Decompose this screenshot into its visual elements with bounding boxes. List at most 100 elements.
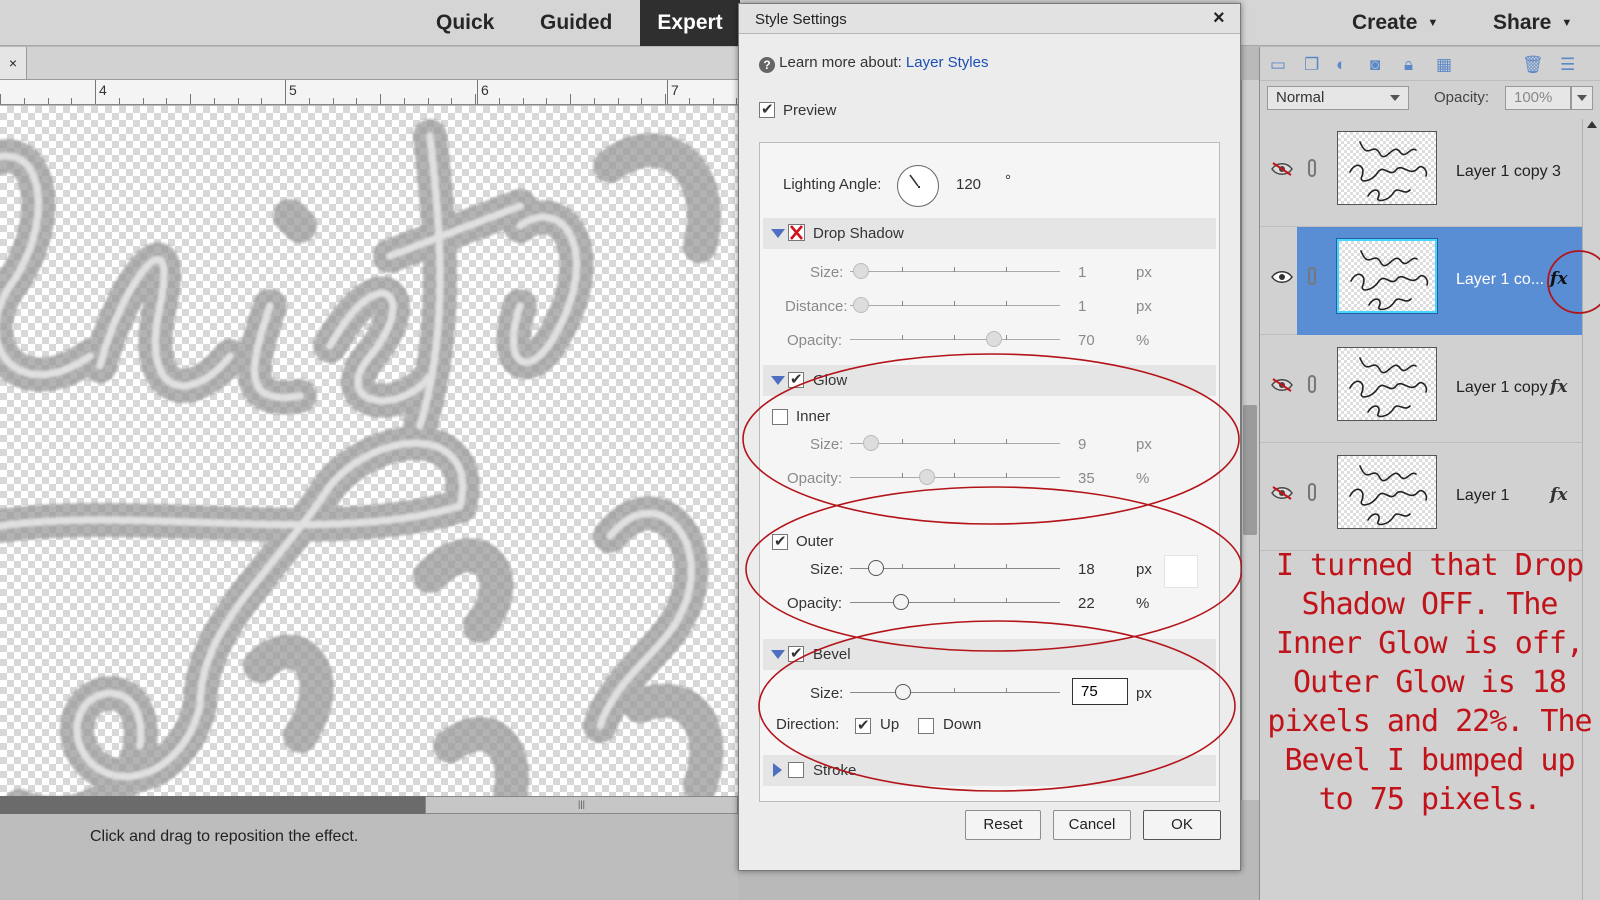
stroke-header[interactable]: Stroke <box>763 755 1216 786</box>
drop-shadow-opacity-slider[interactable] <box>850 331 1060 347</box>
ruler-minor-tick <box>214 98 215 104</box>
slider-thumb[interactable] <box>895 684 911 700</box>
bevel-down-radio[interactable] <box>918 718 934 734</box>
new-layer-icon[interactable]: ▭ <box>1270 55 1286 75</box>
layer-row[interactable]: Layer 1 copy 3 <box>1260 119 1582 227</box>
expand-triangle-icon[interactable] <box>771 376 785 385</box>
scroll-up-icon[interactable] <box>1587 121 1597 128</box>
ruler-minor-tick <box>119 98 120 104</box>
scrollbar-thumb[interactable] <box>1243 405 1257 535</box>
layer-name[interactable]: Layer 1 <box>1456 487 1509 505</box>
trash-icon[interactable]: 🗑︎ <box>1522 55 1544 75</box>
image-canvas[interactable] <box>0 106 738 796</box>
mode-guided[interactable]: Guided <box>540 0 612 46</box>
styles-panel: Lighting Angle: 120 ° Drop Shadow Size: … <box>759 142 1220 802</box>
create-menu[interactable]: Create ▼ <box>1352 0 1438 46</box>
lock-icon[interactable]: 🔒︎ <box>1404 55 1413 75</box>
cancel-button[interactable]: Cancel <box>1053 810 1131 840</box>
link-icon[interactable] <box>1308 159 1316 177</box>
expand-triangle-icon[interactable] <box>771 650 785 659</box>
reset-button[interactable]: Reset <box>965 810 1041 840</box>
bevel-size-label: Size: <box>810 685 844 702</box>
opacity-input[interactable]: 100% <box>1505 86 1571 110</box>
bevel-checkbox[interactable] <box>788 644 804 662</box>
slider-thumb[interactable] <box>853 297 869 313</box>
mode-quick[interactable]: Quick <box>436 0 494 46</box>
layer-name[interactable]: Layer 1 co... <box>1456 271 1544 289</box>
slider-thumb[interactable] <box>863 435 879 451</box>
layer-name[interactable]: Layer 1 copy 3 <box>1456 163 1561 181</box>
outer-glow-opacity-value[interactable]: 22 <box>1078 595 1095 612</box>
slider-thumb[interactable] <box>986 331 1002 347</box>
dialog-title: Style Settings <box>755 11 847 28</box>
close-icon[interactable]: × <box>1213 7 1225 29</box>
drop-shadow-checkbox[interactable] <box>788 224 805 241</box>
canvas-vertical-scrollbar[interactable] <box>1241 80 1259 800</box>
bevel-up-radio[interactable] <box>855 716 871 734</box>
slider-thumb[interactable] <box>853 263 869 279</box>
blend-mode-select[interactable]: Normal <box>1267 86 1409 110</box>
outer-glow-opacity-slider[interactable] <box>850 594 1060 610</box>
lighting-angle-value[interactable]: 120 <box>956 176 981 193</box>
layer-name[interactable]: Layer 1 copy <box>1456 379 1548 397</box>
link-icon[interactable] <box>1308 483 1316 501</box>
drop-shadow-header[interactable]: Drop Shadow <box>763 218 1216 249</box>
bevel-down-label: Down <box>943 716 982 733</box>
fx-icon[interactable]: fx <box>1550 485 1567 505</box>
glow-header[interactable]: Glow <box>763 365 1216 396</box>
layer-row[interactable]: Layer 1 copy fx <box>1260 335 1582 443</box>
layer-mask-icon[interactable]: ◙ <box>1370 55 1380 75</box>
fx-icon[interactable]: fx <box>1550 377 1567 397</box>
eye-icon[interactable] <box>1271 270 1293 284</box>
adjustment-layer-icon[interactable]: ◐ <box>1336 55 1346 75</box>
layer-row[interactable]: Layer 1 fx <box>1260 443 1582 551</box>
slider-thumb[interactable] <box>919 469 935 485</box>
expand-triangle-icon[interactable] <box>771 229 785 238</box>
layer-thumbnail[interactable] <box>1337 455 1437 529</box>
eye-hidden-icon[interactable] <box>1271 378 1293 392</box>
new-group-icon[interactable]: ❐ <box>1304 55 1319 75</box>
bevel-size-input[interactable] <box>1072 678 1128 705</box>
ok-button[interactable]: OK <box>1143 810 1221 840</box>
panel-menu-icon[interactable]: ☰ <box>1560 55 1575 75</box>
stroke-checkbox[interactable] <box>788 762 804 778</box>
unit-label: px <box>1136 561 1152 578</box>
inner-glow-opacity-slider[interactable] <box>850 469 1060 485</box>
horizontal-scrollbar[interactable]: ||| <box>0 796 738 814</box>
outer-glow-color-swatch[interactable] <box>1164 555 1198 588</box>
slider-thumb[interactable] <box>893 594 909 610</box>
outer-glow-checkbox[interactable] <box>772 532 788 550</box>
layer-row[interactable]: Layer 1 co... fx <box>1260 227 1582 335</box>
glow-checkbox[interactable] <box>788 370 804 388</box>
dialog-titlebar[interactable]: Style Settings × <box>739 4 1240 34</box>
opacity-dropdown-icon[interactable] <box>1571 86 1593 110</box>
collapse-triangle-icon[interactable] <box>773 763 782 777</box>
ruler-number: 6 <box>481 82 489 98</box>
preview-checkbox[interactable] <box>759 100 775 118</box>
unit-label: % <box>1136 595 1150 612</box>
outer-glow-size-slider[interactable] <box>850 560 1060 576</box>
lighting-angle-dial[interactable] <box>897 165 939 207</box>
drop-shadow-size-slider[interactable] <box>850 263 1060 279</box>
lock-transparency-icon[interactable]: ▦ <box>1436 55 1452 75</box>
close-tab-icon[interactable]: × <box>0 47 27 79</box>
share-menu[interactable]: Share ▼ <box>1493 0 1572 46</box>
eye-hidden-icon[interactable] <box>1271 486 1293 500</box>
mode-expert[interactable]: Expert <box>640 0 740 46</box>
layer-thumbnail[interactable] <box>1337 347 1437 421</box>
drop-shadow-distance-slider[interactable] <box>850 297 1060 313</box>
bevel-header[interactable]: Bevel <box>763 639 1216 670</box>
layer-thumbnail[interactable] <box>1336 238 1438 314</box>
ruler-major-tick <box>477 80 478 104</box>
outer-glow-size-value[interactable]: 18 <box>1078 561 1095 578</box>
inner-glow-checkbox[interactable] <box>772 409 788 425</box>
link-icon[interactable] <box>1308 375 1316 393</box>
scrollbar-thumb[interactable]: ||| <box>425 796 738 814</box>
layer-styles-link[interactable]: Layer Styles <box>906 54 989 71</box>
layer-thumbnail[interactable] <box>1337 131 1437 205</box>
bevel-size-slider[interactable] <box>850 684 1060 700</box>
slider-thumb[interactable] <box>868 560 884 576</box>
inner-glow-size-slider[interactable] <box>850 435 1060 451</box>
link-icon[interactable] <box>1308 267 1316 285</box>
eye-hidden-icon[interactable] <box>1271 162 1293 176</box>
